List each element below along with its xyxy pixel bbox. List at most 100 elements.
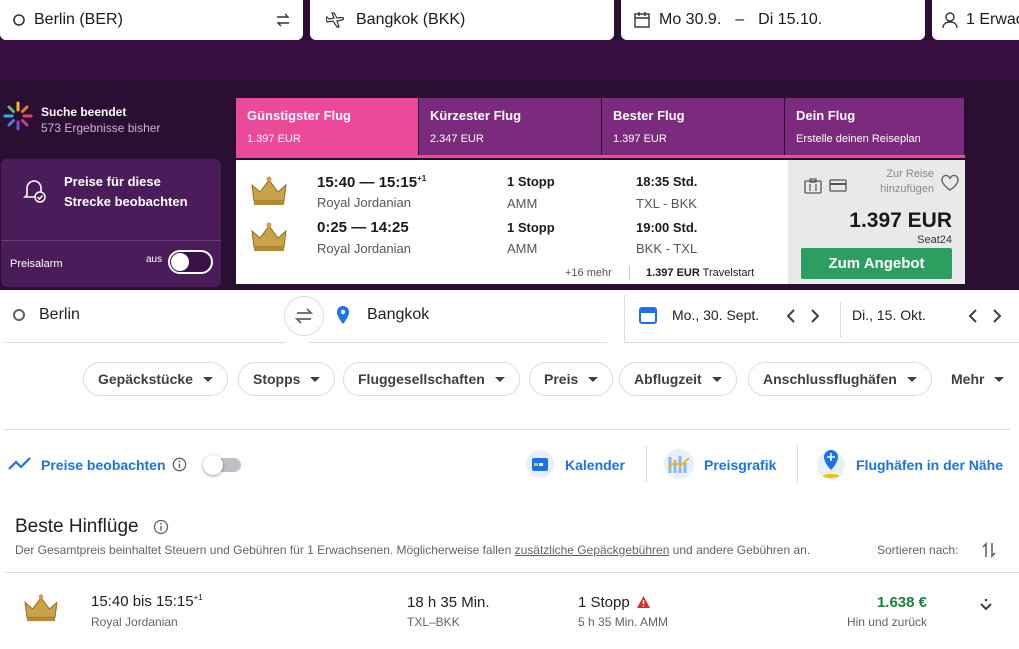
track-prices-toggle[interactable] <box>203 455 241 475</box>
card-icon <box>829 179 847 192</box>
sort-icon[interactable] <box>981 541 997 559</box>
outbound-stops: 1 Stopp <box>507 174 555 189</box>
baggage-fees-link[interactable]: zusätzliche Gepäckgebühren <box>515 543 670 557</box>
tab-shortest[interactable]: Kürzester Flug 2.347 EUR <box>419 98 601 155</box>
filter-price[interactable]: Preis <box>529 362 614 396</box>
divider <box>1 240 221 241</box>
airline-logo-icon <box>251 176 287 205</box>
chip-label: Mehr <box>951 371 985 387</box>
alarm-state-label: aus <box>146 254 163 265</box>
chip-label: Anschlussflughäfen <box>763 371 897 387</box>
filter-airlines[interactable]: Fluggesellschaften <box>343 362 520 396</box>
alt-price: 1.397 EUR <box>646 267 700 279</box>
flight-duration: 18 h 35 Min. <box>407 594 490 611</box>
tab-value: 1.397 EUR <box>613 133 667 145</box>
outbound-airline: Royal Jordanian <box>317 195 411 210</box>
travelers-field[interactable]: 1 Erwac <box>932 0 1019 40</box>
price-graph-button[interactable]: Preisgrafik <box>704 457 776 473</box>
flight-row[interactable]: 15:40 bis 15:15+1 Royal Jordanian 18 h 3… <box>0 573 1019 649</box>
divider <box>646 446 647 482</box>
return-route: BKK - TXL <box>636 241 698 256</box>
tab-label: Günstigster Flug <box>247 108 351 123</box>
chevron-left-icon[interactable] <box>968 309 978 323</box>
sort-label: Sortieren nach: <box>877 543 959 557</box>
return-date-input[interactable]: Di., 15. Okt. <box>852 307 926 323</box>
tab-value: 2.347 EUR <box>430 133 484 145</box>
chevron-left-icon[interactable] <box>786 309 796 323</box>
flight-result-card[interactable]: 15:40 — 15:15+1 Royal Jordanian 1 Stopp … <box>236 160 965 284</box>
tab-label: Kürzester Flug <box>430 108 522 123</box>
chevron-down-icon[interactable] <box>979 599 993 613</box>
disclaimer-text-end: und andere Gebühren an. <box>669 543 811 557</box>
gflights-panel: Berlin Bangkok Mo., 30. Sept. Di., 15. O… <box>0 290 1019 649</box>
date-field[interactable]: Mo 30.9. – Di 15.10. <box>621 0 925 40</box>
swap-button[interactable] <box>284 296 324 336</box>
nearby-airports-button[interactable]: Flughäfen in der Nähe <box>856 457 1003 473</box>
separator <box>5 429 1010 430</box>
alt-offer[interactable]: 1.397 EUR Travelstart <box>646 267 754 279</box>
destination-input[interactable]: Bangkok <box>367 306 429 324</box>
date-separator: – <box>735 11 745 28</box>
price-watch-card: Preise für diese Strecke beobachten Prei… <box>1 159 221 287</box>
alt-provider: Travelstart <box>702 267 755 279</box>
filter-stops[interactable]: Stopps <box>238 362 336 396</box>
destination-field[interactable]: Bangkok (BKK) <box>310 0 614 40</box>
origin-underline <box>5 342 285 343</box>
return-stops: 1 Stopp <box>507 220 555 235</box>
disclaimer-text: Der Gesamtpreis beinhaltet Steuern und G… <box>15 543 515 557</box>
toggle-knob <box>203 455 223 475</box>
price-alarm-toggle[interactable] <box>168 250 213 274</box>
add-to-trip[interactable]: Zur Reise hinzufügen <box>864 167 934 197</box>
price: 1.397 EUR <box>849 209 952 232</box>
flight-times: 15:40 bis 15:15+1 <box>91 593 203 610</box>
heart-icon[interactable] <box>940 174 960 192</box>
caret-down-icon <box>906 376 917 382</box>
warning-icon <box>637 596 650 608</box>
return-airline: Royal Jordanian <box>317 241 411 256</box>
bell-check-icon <box>23 180 46 203</box>
origin-input[interactable]: Berlin <box>39 306 80 324</box>
chevron-right-icon[interactable] <box>992 309 1002 323</box>
destination-underline <box>308 342 607 343</box>
filter-more[interactable]: Mehr <box>937 362 1018 396</box>
tab-value: 1.397 EUR <box>247 133 301 145</box>
caret-down-icon <box>202 376 213 382</box>
filter-connecting-airports[interactable]: Anschlussflughäfen <box>748 362 932 396</box>
origin-value: Berlin (BER) <box>34 11 123 28</box>
tab-your-flight[interactable]: Dein Flug Erstelle deinen Reiseplan <box>785 98 964 155</box>
outbound-route: TXL - BKK <box>636 196 697 211</box>
chip-label: Preis <box>544 371 579 387</box>
person-icon <box>942 12 958 29</box>
trend-icon <box>8 457 31 470</box>
caret-down-icon <box>588 376 599 382</box>
flight-stops: 1 Stopp <box>578 594 630 611</box>
price-disclaimer: Der Gesamtpreis beinhaltet Steuern und G… <box>15 543 810 557</box>
origin-field[interactable]: Berlin (BER) <box>0 0 303 40</box>
depart-date-input[interactable]: Mo., 30. Sept. <box>672 307 759 323</box>
info-icon[interactable] <box>172 457 187 472</box>
info-icon[interactable] <box>153 519 169 535</box>
deal-button[interactable]: Zum Angebot <box>801 248 952 279</box>
calendar-button[interactable]: Kalender <box>565 457 625 473</box>
calendar-icon <box>526 450 554 478</box>
section-title: Beste Hinflüge <box>15 516 139 537</box>
caret-down-icon <box>711 376 722 382</box>
flight-times-text: 15:40 bis 15:15 <box>91 593 194 610</box>
swap-icon[interactable] <box>275 12 291 28</box>
flight-route: TXL–BKK <box>407 615 460 629</box>
flight-layover: 5 h 35 Min. AMM <box>578 615 669 629</box>
price-graph-icon <box>664 449 694 479</box>
tab-best[interactable]: Bester Flug 1.397 EUR <box>602 98 784 155</box>
chip-label: Fluggesellschaften <box>358 371 485 387</box>
track-prices-label: Preise beobachten <box>41 457 166 473</box>
tab-cheapest[interactable]: Günstigster Flug 1.397 EUR <box>236 98 418 155</box>
chevron-right-icon[interactable] <box>810 309 820 323</box>
filter-departure-time[interactable]: Abflugzeit <box>619 362 737 396</box>
price-type: Hin und zurück <box>846 615 927 629</box>
search-complete-icon <box>3 101 33 131</box>
outbound-times-text: 15:40 — 15:15 <box>317 174 418 191</box>
more-offers-link[interactable]: +16 mehr <box>565 267 612 279</box>
status-subtitle: 573 Ergebnisse bisher <box>41 121 161 135</box>
chip-label: Stopps <box>253 371 301 387</box>
filter-baggage[interactable]: Gepäckstücke <box>83 362 228 396</box>
